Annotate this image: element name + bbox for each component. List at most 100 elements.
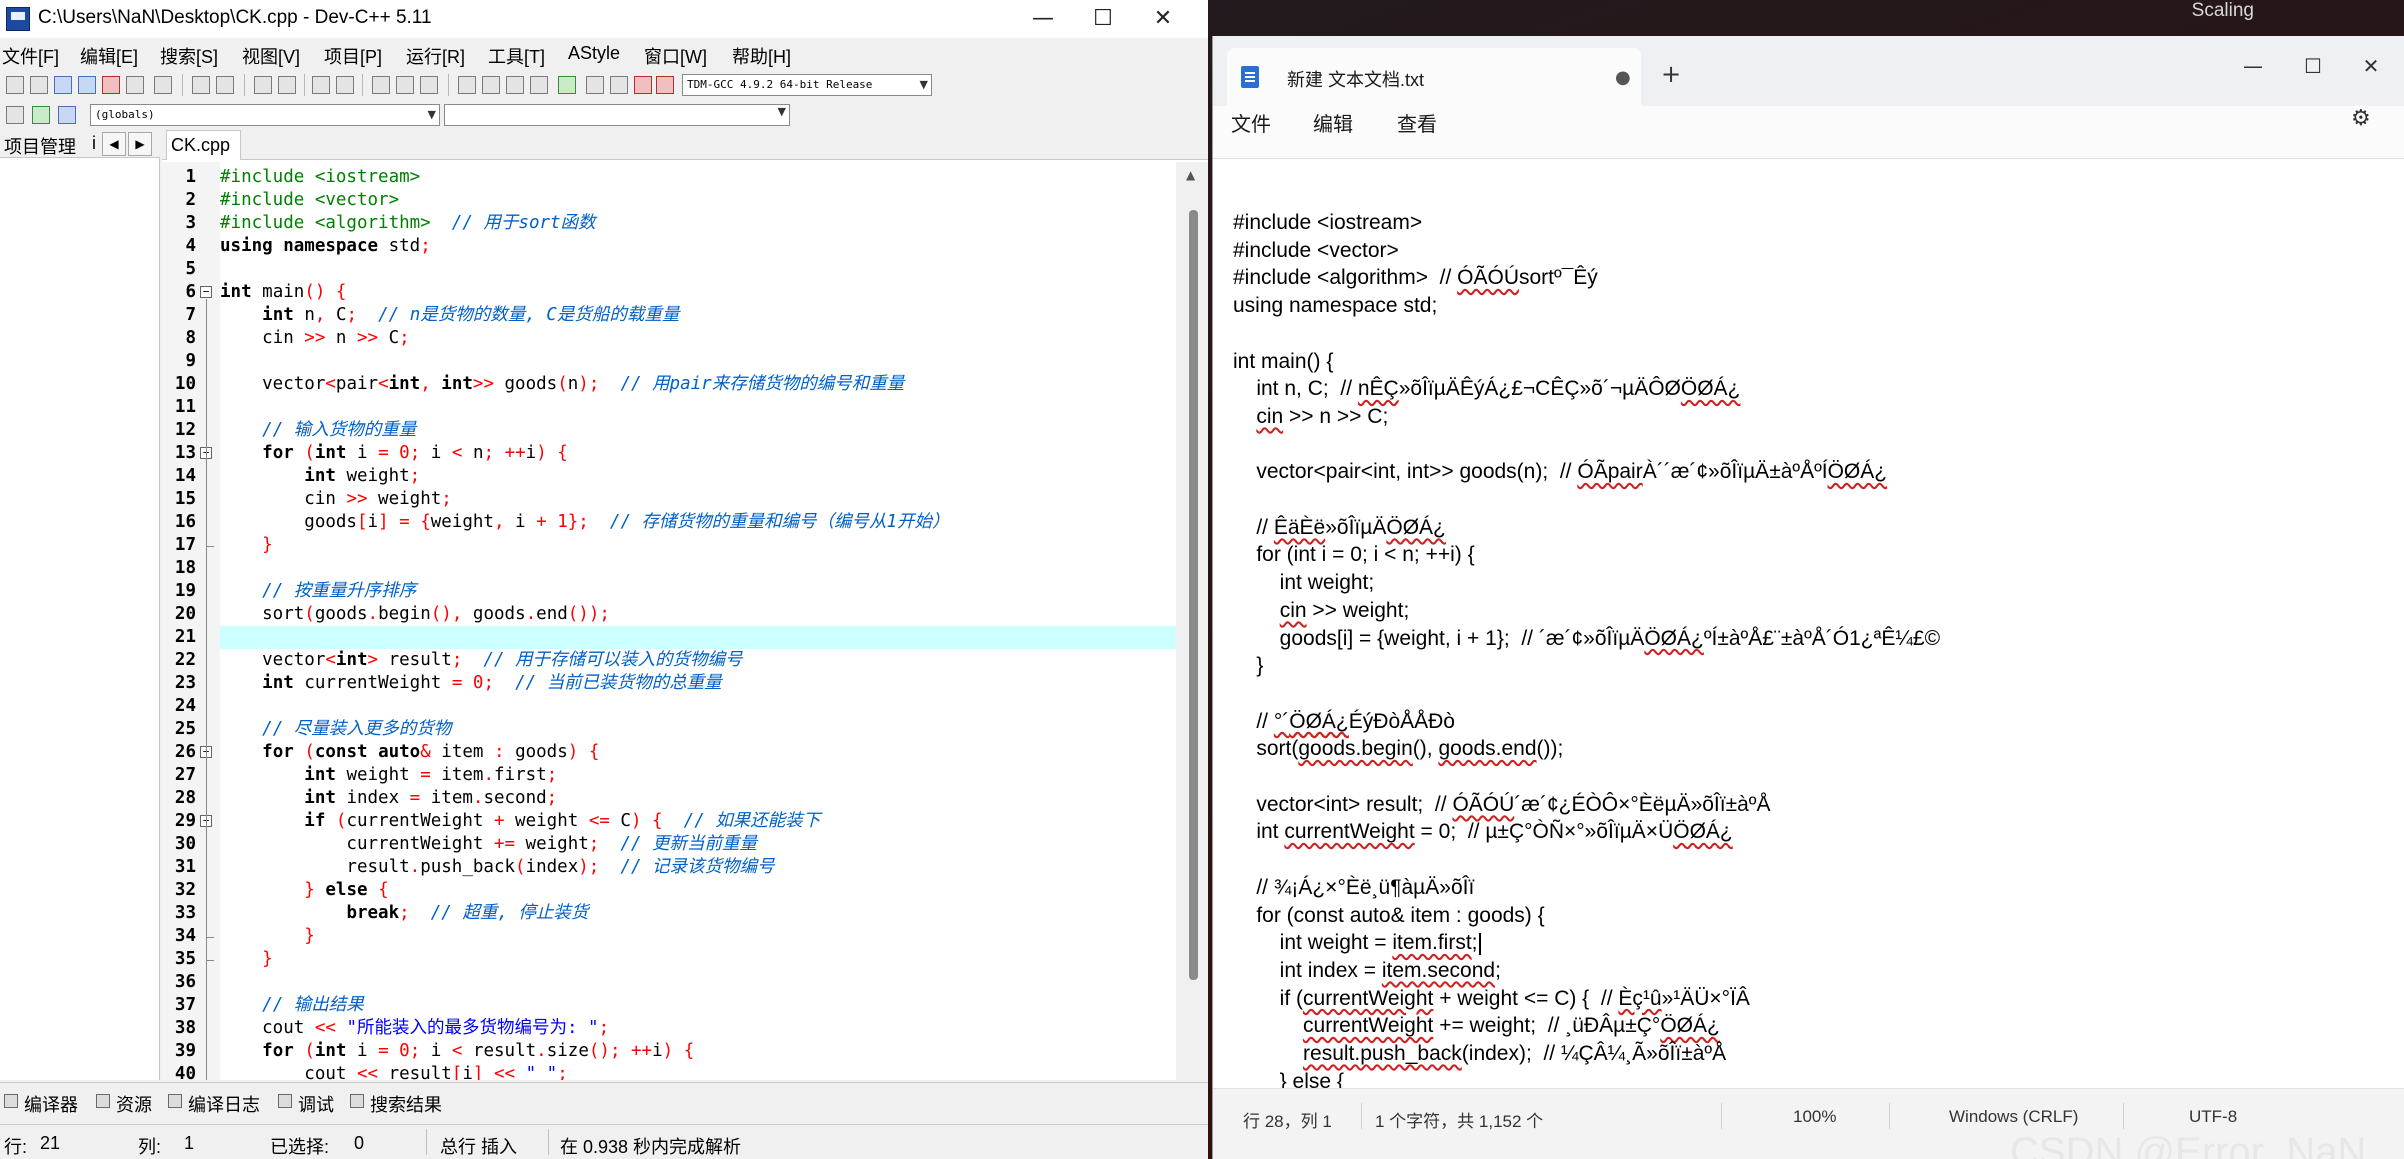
code-line[interactable]: int index = item.second;	[220, 787, 1176, 810]
menu-project[interactable]: 项目[P]	[324, 43, 382, 69]
tab-search-results[interactable]: 搜索结果	[370, 1091, 442, 1117]
notepad-text-area[interactable]: #include <iostream> #include <vector> #inc…	[1213, 158, 2404, 1120]
code-line[interactable]	[220, 971, 1176, 994]
code-line[interactable]: #include <iostream>	[220, 166, 1176, 189]
tab-scroll-left-button[interactable]: ◀	[102, 132, 126, 156]
menu-tools[interactable]: 工具[T]	[488, 43, 545, 69]
code-line[interactable]	[220, 396, 1176, 419]
open-file-icon[interactable]	[30, 76, 48, 94]
notepad-text-line[interactable]: using namespace std;	[1233, 292, 1437, 320]
code-line[interactable]: int main() {	[220, 281, 1176, 304]
find-icon[interactable]	[254, 76, 272, 94]
tab-classes-partial[interactable]: i	[92, 133, 96, 154]
notepad-text-line[interactable]: result.push_back(index); // ¼ÇÂ¼¸Ã»õÎï±à…	[1233, 1040, 1726, 1068]
tab-debug[interactable]: 调试	[298, 1091, 334, 1117]
notepad-text-line[interactable]: for (const auto& item : goods) {	[1233, 902, 1544, 930]
class-browser-icon[interactable]	[6, 106, 24, 124]
notepad-status-zoom[interactable]: 100%	[1793, 1107, 1836, 1127]
menu-file[interactable]: 文件[F]	[2, 43, 59, 69]
menu-window[interactable]: 窗口[W]	[644, 43, 707, 69]
fold-toggle-icon[interactable]: −	[200, 286, 212, 298]
notepad-minimize-button[interactable]: —	[2223, 48, 2283, 84]
code-line[interactable]: }	[220, 948, 1176, 971]
notepad-file-tab[interactable]: 新建 文本文档.txt ●	[1227, 48, 1641, 106]
insert-icon[interactable]	[32, 106, 50, 124]
code-line[interactable]: vector<int> result; // 用于存储可以装入的货物编号	[220, 649, 1176, 672]
menu-edit[interactable]: 编辑[E]	[80, 43, 138, 69]
compiler-select[interactable]: TDM-GCC 4.9.2 64-bit Release ▼	[682, 74, 932, 96]
comment-icon[interactable]	[420, 76, 438, 94]
notepad-text-line[interactable]: sort(goods.begin(), goods.end());	[1233, 735, 1563, 763]
menu-astyle[interactable]: AStyle	[568, 43, 620, 64]
scope-select[interactable]: (globals) ▼	[90, 104, 440, 126]
code-line[interactable]: if (currentWeight + weight <= C) { // 如果…	[220, 810, 1176, 833]
goto-line-icon[interactable]	[312, 76, 330, 94]
code-line[interactable]: cout << "所能装入的最多货物编号为: ";	[220, 1017, 1176, 1040]
notepad-text-line[interactable]: goods[i] = {weight, i + 1}; // ´æ´¢»õÎïµ…	[1233, 625, 1940, 653]
code-line[interactable]: vector<pair<int, int>> goods(n); // 用pai…	[220, 373, 1176, 396]
scroll-up-icon[interactable]: ▲	[1186, 168, 1195, 182]
notepad-text-line[interactable]: int n, C; // nÊÇ»õÎïµÄÊýÁ¿£¬CÊÇ»õ´¬µÄÔØÖ…	[1233, 375, 1740, 403]
notepad-text-line[interactable]: int weight = item.first;	[1233, 929, 1481, 957]
code-line[interactable]	[220, 626, 1176, 649]
new-file-icon[interactable]	[6, 76, 24, 94]
code-line[interactable]	[220, 695, 1176, 718]
notepad-text-line[interactable]: int weight;	[1233, 569, 1375, 597]
menu-run[interactable]: 运行[R]	[406, 43, 465, 69]
notepad-text-line[interactable]: #include <iostream>	[1233, 209, 1422, 237]
code-text-area[interactable]: #include <iostream> #include <vector> #inc…	[220, 162, 1176, 1080]
code-line[interactable]: sort(goods.begin(), goods.end());	[220, 603, 1176, 626]
tab-project-manager[interactable]: 项目管理	[4, 133, 76, 159]
menu-help[interactable]: 帮助[H]	[732, 43, 791, 69]
code-line[interactable]: // 按重量升序排序	[220, 580, 1176, 603]
notepad-text-line[interactable]: cin >> n >> C;	[1233, 403, 1388, 431]
notepad-text-line[interactable]: // °´ÖØÁ¿ÉýÐòÅÅÐò	[1233, 708, 1455, 736]
tab-compile-log[interactable]: 编译日志	[188, 1091, 260, 1117]
code-line[interactable]: int weight = item.first;	[220, 764, 1176, 787]
code-line[interactable]: int weight;	[220, 465, 1176, 488]
code-line[interactable]: // 尽量装入更多的货物	[220, 718, 1176, 741]
notepad-maximize-button[interactable]: ☐	[2283, 48, 2343, 84]
code-line[interactable]: goods[i] = {weight, i + 1}; // 存储货物的重量和编…	[220, 511, 1176, 534]
new-tab-button[interactable]: +	[1661, 60, 1681, 88]
scrollbar-thumb[interactable]	[1189, 210, 1198, 980]
debug-stop-icon[interactable]	[656, 76, 674, 94]
save-all-icon[interactable]	[78, 76, 96, 94]
notepad-text-line[interactable]: vector<int> result; // ÓÃÓÚ´æ´¢¿ÉÒÔ×°Èëµ…	[1233, 791, 1770, 819]
notepad-text-line[interactable]: currentWeight += weight; // ¸üÐÂµ±Ç°ÖØÁ¿	[1233, 1012, 1720, 1040]
code-line[interactable]: cin >> n >> C;	[220, 327, 1176, 350]
tab-scroll-right-button[interactable]: ▶	[128, 132, 152, 156]
code-line[interactable]: } else {	[220, 879, 1176, 902]
syntax-check-icon[interactable]	[558, 76, 576, 94]
run-icon[interactable]	[482, 76, 500, 94]
code-line[interactable]: result.push_back(index); // 记录该货物编号	[220, 856, 1176, 879]
notepad-text-line[interactable]: // ¾¡Á¿×°Èë¸ü¶àµÄ»õÎï	[1233, 874, 1474, 902]
debug-icon[interactable]	[634, 76, 652, 94]
notepad-menu-file[interactable]: 文件	[1231, 108, 1271, 137]
code-line[interactable]: for (int i = 0; i < n; ++i) {	[220, 442, 1176, 465]
code-line[interactable]: currentWeight += weight; // 更新当前重量	[220, 833, 1176, 856]
print-icon[interactable]	[154, 76, 172, 94]
notepad-status-encoding[interactable]: UTF-8	[2189, 1107, 2237, 1127]
code-line[interactable]: // 输入货物的重量	[220, 419, 1176, 442]
notepad-text-line[interactable]: int main() {	[1233, 348, 1333, 376]
toggle-icon[interactable]	[58, 106, 76, 124]
toggle-bookmark-icon[interactable]	[336, 76, 354, 94]
code-line[interactable]	[220, 557, 1176, 580]
save-icon[interactable]	[54, 76, 72, 94]
code-line[interactable]: for (int i = 0; i < result.size(); ++i) …	[220, 1040, 1176, 1063]
menu-search[interactable]: 搜索[S]	[160, 43, 218, 69]
close-all-icon[interactable]	[126, 76, 144, 94]
code-line[interactable]: using namespace std;	[220, 235, 1176, 258]
close-button[interactable]: ✕	[1128, 0, 1198, 38]
notepad-close-button[interactable]: ✕	[2341, 48, 2401, 84]
unindent-icon[interactable]	[396, 76, 414, 94]
compile-run-icon[interactable]	[506, 76, 524, 94]
code-line[interactable]: #include <vector>	[220, 189, 1176, 212]
file-tab-ck-cpp[interactable]: CK.cpp	[166, 130, 242, 160]
settings-gear-icon[interactable]: ⚙	[2351, 106, 2371, 131]
notepad-text-line[interactable]: int currentWeight = 0; // µ±Ç°ÒÑ×°»õÎïµÄ…	[1233, 818, 1732, 846]
code-line[interactable]: #include <algorithm> // 用于sort函数	[220, 212, 1176, 235]
notepad-text-line[interactable]: if (currentWeight + weight <= C) { // Èç…	[1233, 985, 1750, 1013]
code-line[interactable]: cin >> weight;	[220, 488, 1176, 511]
